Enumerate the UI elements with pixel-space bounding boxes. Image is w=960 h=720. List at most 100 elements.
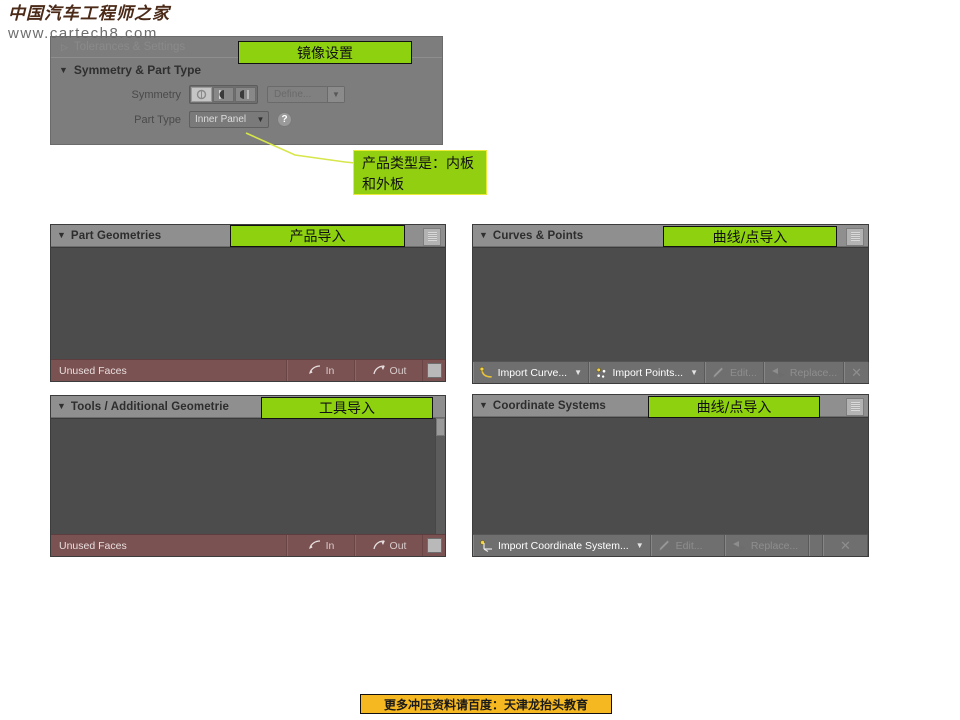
symmetry-left-icon	[218, 90, 224, 99]
in-label: In	[325, 539, 335, 552]
unused-faces-status: Unused Faces	[51, 360, 287, 381]
tools-vertical-scrollbar[interactable]	[435, 418, 445, 534]
watermark-site-name: 中国汽车工程师之家	[8, 4, 170, 24]
list-view-icon[interactable]	[423, 228, 441, 246]
part-type-label: Part Type	[134, 113, 181, 126]
replace-label: Replace...	[750, 539, 799, 552]
annotation-mirror-settings: 镜像设置	[238, 41, 412, 64]
scrollbar-thumb[interactable]	[436, 418, 445, 436]
define-chevron-down-icon[interactable]: ▼	[327, 87, 344, 102]
curves-points-panel: ▼ Curves & Points Import Curve... ▼ Impo…	[472, 224, 870, 384]
unused-faces-status: Unused Faces	[51, 535, 287, 556]
part-geometries-title: Part Geometries	[70, 229, 162, 242]
pencil-icon	[658, 539, 670, 551]
coordinate-systems-footer: Import Coordinate System... ▼ Edit... Re…	[473, 534, 868, 556]
symmetry-part-type-label: Symmetry & Part Type	[73, 63, 202, 77]
edit-button[interactable]: Edit...	[705, 362, 764, 383]
tools-additional-list-area[interactable]	[51, 418, 436, 534]
edit-label: Edit...	[730, 366, 757, 379]
define-button-label: Define...	[274, 89, 312, 100]
part-geometries-toggle-square-button[interactable]	[423, 360, 445, 381]
arrow-out-icon	[372, 365, 385, 375]
symmetry-right-button[interactable]	[235, 87, 256, 102]
part-type-chevron-down-icon[interactable]: ▼	[253, 115, 268, 124]
delete-button[interactable]: ✕	[822, 535, 868, 556]
arrow-out-icon	[372, 540, 385, 550]
symmetry-right-icon	[239, 90, 249, 99]
tools-additional-footer: Unused Faces In Out	[51, 534, 445, 556]
pencil-icon	[713, 366, 724, 378]
expanded-triangle-icon: ▼	[479, 400, 488, 410]
replace-label: Replace...	[789, 366, 838, 379]
watermark-site-url: www.cartech8.com	[8, 25, 158, 42]
part-type-field-row: Part Type Inner Panel ▼ ?	[51, 107, 442, 132]
list-view-icon[interactable]	[846, 228, 864, 246]
import-points-icon	[596, 367, 606, 378]
arrow-in-icon	[308, 540, 320, 549]
coordinate-systems-list-area[interactable]	[473, 417, 868, 534]
coordinate-systems-title: Coordinate Systems	[492, 399, 606, 412]
expanded-triangle-icon: ▼	[57, 230, 66, 240]
symmetry-segmented-control[interactable]	[189, 85, 258, 104]
import-curve-button[interactable]: Import Curve... ▼	[473, 362, 589, 383]
define-symmetry-button[interactable]: Define... ▼	[267, 86, 345, 103]
part-type-value: Inner Panel	[195, 114, 247, 125]
collapsed-triangle-icon: ▷	[61, 41, 68, 52]
site-watermark: 中国汽车工程师之家 www.cartech8.com	[8, 4, 170, 43]
toggle-square-icon	[426, 363, 442, 378]
part-type-help-icon[interactable]: ?	[277, 112, 292, 127]
import-points-chevron-down-icon[interactable]: ▼	[690, 368, 698, 377]
tools-out-button[interactable]: Out	[355, 535, 423, 556]
edit-button[interactable]: Edit...	[650, 535, 725, 556]
arrow-in-icon	[308, 365, 320, 374]
out-label: Out	[389, 539, 407, 552]
part-geometries-out-button[interactable]: Out	[355, 360, 423, 381]
annotation-curves-points-import: 曲线/点导入	[663, 226, 837, 247]
coordinate-systems-panel: ▼ Coordinate Systems Import Coordinate S…	[472, 394, 869, 557]
replace-button[interactable]: Replace...	[724, 535, 809, 556]
annotation-product-import: 产品导入	[230, 225, 405, 247]
import-cs-chevron-down-icon[interactable]: ▼	[636, 541, 644, 550]
import-points-label: Import Points...	[612, 366, 684, 379]
curves-points-list-area[interactable]	[473, 247, 868, 361]
part-type-dropdown[interactable]: Inner Panel ▼	[189, 111, 269, 128]
list-view-icon[interactable]	[846, 398, 864, 416]
import-curve-label: Import Curve...	[497, 366, 568, 379]
bottom-promo-banner: 更多冲压资料请百度：天津龙抬头教育	[360, 694, 612, 714]
curves-points-footer: Import Curve... ▼ Import Points... ▼ Edi…	[473, 361, 870, 383]
close-icon: ✕	[851, 364, 863, 380]
edit-label: Edit...	[675, 539, 703, 552]
replace-icon	[732, 540, 746, 551]
symmetry-label: Symmetry	[131, 88, 182, 101]
tools-additional-title: Tools / Additional Geometrie	[70, 400, 229, 413]
part-geometries-footer: Unused Faces In Out	[51, 359, 445, 381]
replace-button[interactable]: Replace...	[763, 362, 845, 383]
coordinate-systems-footer-spacer	[808, 535, 823, 556]
out-label: Out	[389, 364, 407, 377]
curves-points-title: Curves & Points	[492, 229, 584, 242]
import-curve-chevron-down-icon[interactable]: ▼	[574, 368, 582, 377]
import-coordinate-system-button[interactable]: Import Coordinate System... ▼	[473, 535, 651, 556]
expanded-triangle-icon: ▼	[479, 230, 488, 240]
symmetry-none-icon	[196, 89, 207, 100]
in-label: In	[325, 364, 335, 377]
import-coordinate-system-label: Import Coordinate System...	[498, 539, 629, 552]
expanded-triangle-icon: ▼	[57, 401, 66, 411]
tools-in-button[interactable]: In	[287, 535, 355, 556]
annotation-tools-import: 工具导入	[261, 397, 433, 419]
symmetry-none-button[interactable]	[191, 87, 212, 102]
tools-additional-geometries-panel: ▼ Tools / Additional Geometrie Unused Fa…	[50, 395, 446, 557]
part-geometries-in-button[interactable]: In	[287, 360, 355, 381]
part-geometries-list-area[interactable]	[51, 247, 445, 359]
symmetry-field-row: Symmetry Define... ▼	[51, 82, 442, 107]
annotation-coord-import: 曲线/点导入	[648, 396, 820, 418]
tools-toggle-square-button[interactable]	[423, 535, 445, 556]
import-curve-icon	[480, 366, 492, 378]
symmetry-left-button[interactable]	[213, 87, 234, 102]
expanded-triangle-icon: ▼	[59, 65, 68, 75]
replace-icon	[771, 367, 785, 378]
delete-button[interactable]: ✕	[844, 362, 870, 383]
import-points-button[interactable]: Import Points... ▼	[589, 362, 705, 383]
part-geometries-panel: ▼ Part Geometries Unused Faces In Out	[50, 224, 446, 382]
toggle-square-icon	[426, 538, 442, 553]
